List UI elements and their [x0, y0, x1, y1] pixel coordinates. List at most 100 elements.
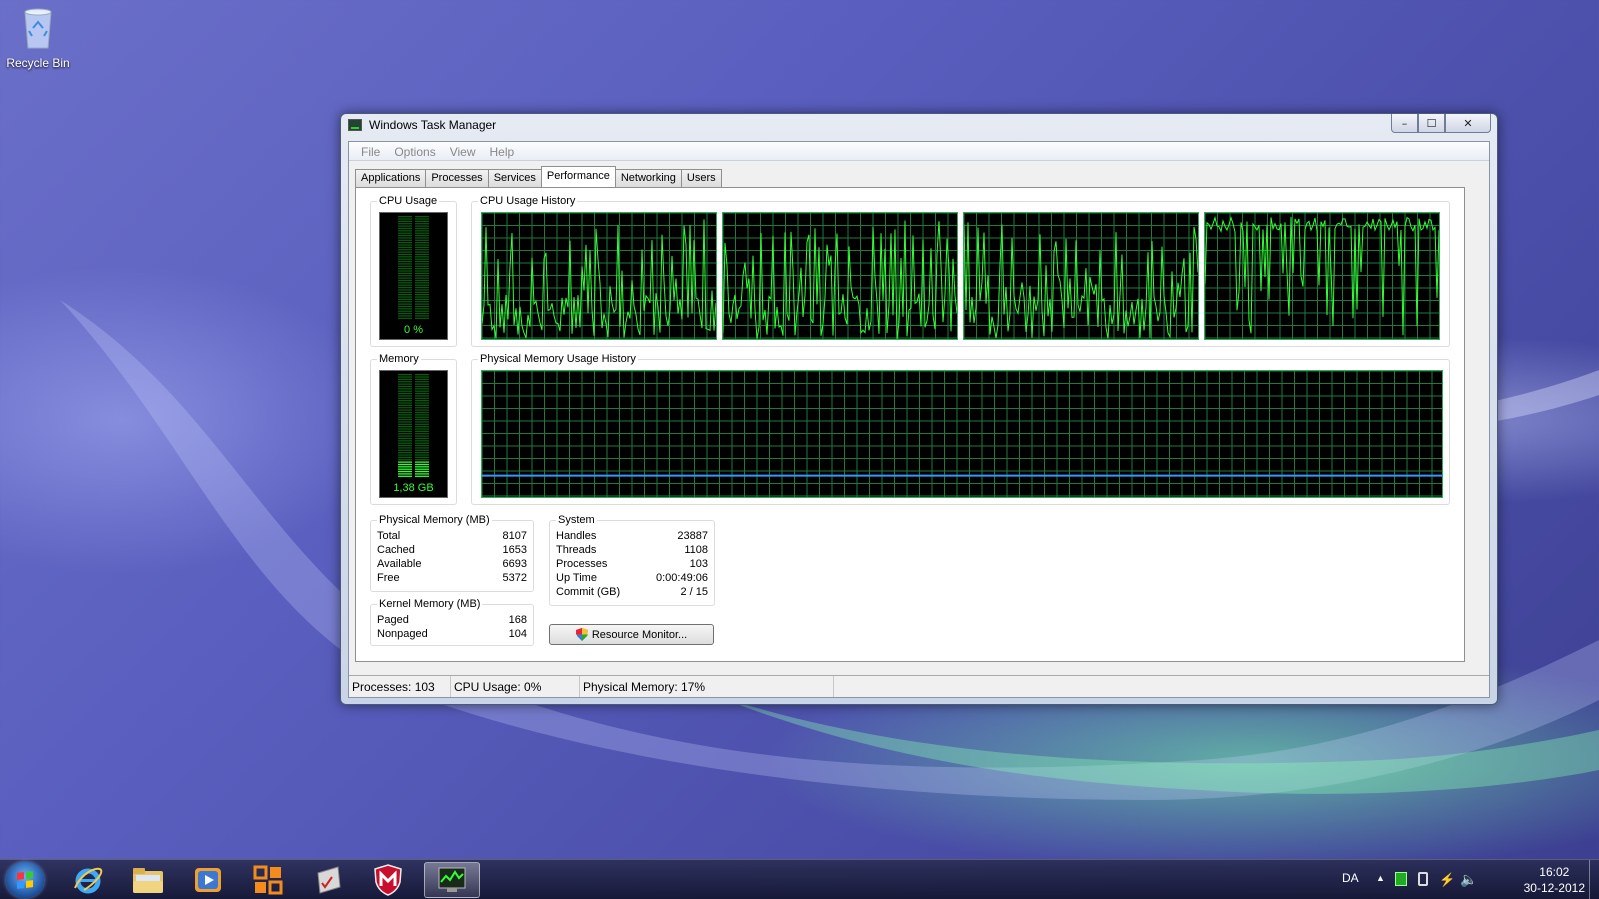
battery-icon[interactable] [1418, 872, 1428, 886]
meter-segment [398, 400, 412, 402]
cpu-history-label: CPU Usage History [478, 195, 578, 207]
start-button[interactable] [6, 862, 44, 898]
title-bar[interactable]: Windows Task Manager – ☐ ✕ [341, 114, 1497, 138]
meter-segment [415, 291, 429, 293]
taskbar-mcafee[interactable] [360, 862, 416, 898]
meter-segment [398, 268, 412, 270]
maximize-button[interactable]: ☐ [1418, 114, 1445, 133]
tab-services[interactable]: Services [487, 169, 542, 187]
meter-segment [398, 275, 412, 277]
meter-segment [415, 428, 429, 430]
meter-segment [398, 249, 412, 251]
table-row: Nonpaged 104 [377, 627, 527, 641]
meter-segment [398, 418, 412, 421]
stat-name: Paged [377, 614, 409, 626]
meter-segment [398, 291, 412, 293]
meter-segment [398, 411, 412, 414]
table-row: Paged 168 [377, 613, 527, 627]
table-row: Handles 23887 [556, 529, 708, 543]
meter-segment [398, 442, 412, 444]
taskbar-internet-explorer[interactable] [60, 862, 116, 898]
close-button[interactable]: ✕ [1445, 114, 1491, 133]
taskbar-media-player[interactable] [180, 862, 236, 898]
meter-segment [398, 263, 412, 265]
menu-bar: File Options View Help [349, 142, 1489, 161]
window-title: Windows Task Manager [369, 118, 497, 132]
show-hidden-icons-icon[interactable]: ▲ [1376, 873, 1385, 883]
taskbar-windows-explorer[interactable] [120, 862, 176, 898]
meter-segment [415, 378, 429, 381]
meter-segment [398, 294, 412, 296]
cpu-usage-meter: 0 % [379, 212, 448, 340]
tab-networking[interactable]: Networking [614, 169, 682, 187]
meter-segment [415, 294, 429, 296]
meter-segment [415, 272, 429, 275]
meter-segment [398, 416, 412, 418]
volume-icon[interactable]: 🔈 [1460, 871, 1477, 888]
stat-name: Threads [556, 544, 597, 556]
show-desktop-button[interactable] [1589, 860, 1599, 899]
cpu-history-group: CPU Usage History [471, 195, 1450, 347]
taskbar-office[interactable] [240, 862, 296, 898]
meter-segment [415, 265, 429, 267]
table-row: Up Time 0:00:49:06 [556, 571, 708, 585]
tab-strip: Applications Processes Services Performa… [355, 166, 722, 187]
clock[interactable]: 16:02 30-12-2012 [1524, 864, 1585, 896]
tab-applications[interactable]: Applications [355, 169, 427, 187]
menu-file[interactable]: File [354, 142, 387, 160]
meter-segment [398, 461, 412, 463]
meter-segment [415, 305, 429, 308]
cpu-usage-group: CPU Usage 0 % [370, 195, 457, 347]
stat-value: 6693 [502, 558, 527, 570]
language-indicator[interactable]: DA [1342, 871, 1359, 885]
stat-name: Handles [556, 530, 597, 542]
meter-segment [415, 411, 429, 414]
meter-segment [398, 289, 412, 291]
meter-segment [398, 466, 412, 468]
memory-label: Memory [377, 353, 421, 365]
tab-processes[interactable]: Processes [425, 169, 489, 187]
meter-segment [398, 237, 412, 239]
meter-segment [415, 473, 429, 475]
media-player-icon [195, 868, 221, 892]
meter-segment [398, 409, 412, 411]
tray-app-icon[interactable] [1395, 872, 1407, 886]
meter-segment [398, 270, 412, 272]
meter-segment [398, 459, 412, 461]
taskbar-notepad[interactable] [300, 862, 356, 898]
status-processes: Processes: 103 [349, 676, 451, 697]
minimize-button[interactable]: – [1391, 114, 1418, 133]
meter-segment [415, 289, 429, 291]
network-icon[interactable]: ⚡ [1439, 872, 1455, 888]
taskbar-task-manager[interactable] [424, 862, 480, 898]
meter-segment [415, 447, 429, 449]
task-manager-icon [438, 867, 466, 892]
resource-monitor-button[interactable]: Resource Monitor... [549, 624, 714, 645]
meter-segment [415, 407, 429, 409]
meter-segment [415, 459, 429, 461]
menu-help[interactable]: Help [483, 142, 522, 160]
meter-segment [415, 463, 429, 466]
meter-segment [415, 298, 429, 301]
meter-segment [415, 251, 429, 253]
desktop-icon-recycle-bin[interactable]: Recycle Bin [4, 6, 72, 70]
meter-segment [398, 456, 412, 459]
meter-segment [398, 437, 412, 440]
meter-segment [398, 308, 412, 310]
tab-performance[interactable]: Performance [540, 166, 616, 187]
meter-segment [398, 374, 412, 376]
meter-segment [398, 397, 412, 399]
notification-area: DA ▲ ⚡ 🔈 16:02 30-12-2012 [1329, 860, 1599, 899]
meter-segment [398, 440, 412, 442]
meter-segment [415, 392, 429, 395]
meter-segment [398, 376, 412, 378]
meter-segment [415, 230, 429, 232]
status-bar: Processes: 103 CPU Usage: 0% Physical Me… [349, 675, 1489, 697]
tab-users[interactable]: Users [680, 169, 722, 187]
menu-options[interactable]: Options [387, 142, 442, 160]
window-client: File Options View Help Applications Proc… [348, 141, 1490, 698]
meter-segment [415, 414, 429, 416]
menu-view[interactable]: View [443, 142, 483, 160]
meter-segment [415, 383, 429, 385]
meter-segment [415, 249, 429, 251]
